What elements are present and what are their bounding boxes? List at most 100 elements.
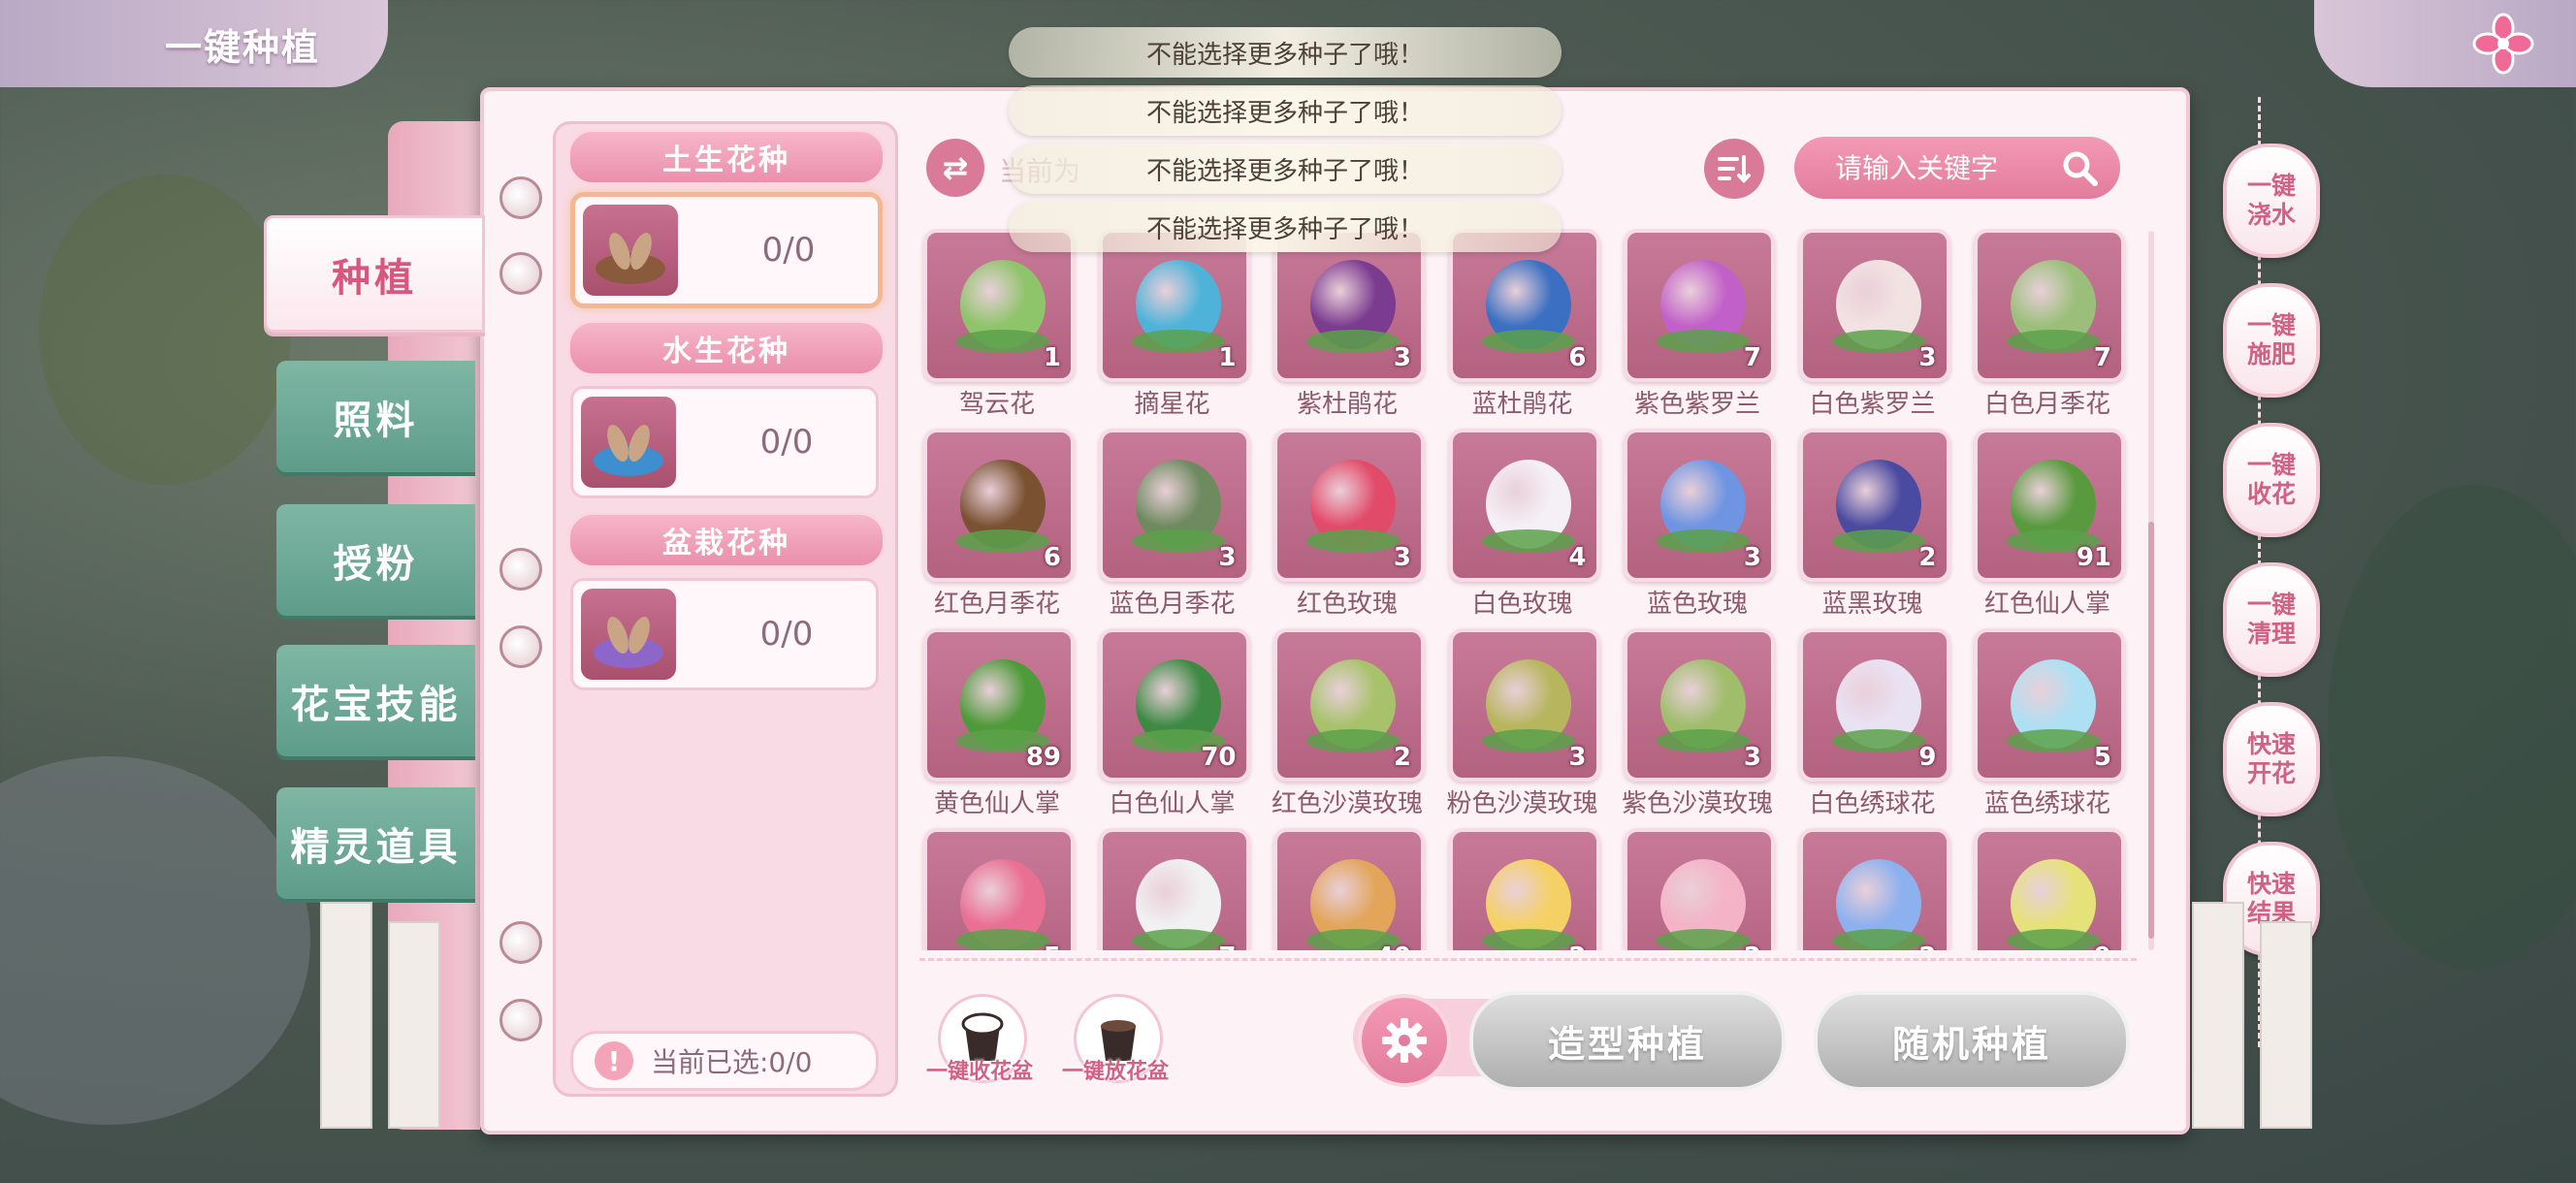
category-count: 0/0	[759, 615, 814, 654]
binder-ring	[499, 252, 542, 295]
search-icon[interactable]	[2060, 148, 2099, 187]
seed-name: 红色沙漠玫瑰	[1271, 789, 1423, 818]
toggle-mode-button[interactable]: ⇄	[926, 139, 984, 197]
seed-card[interactable]: 7	[1095, 828, 1250, 950]
seed-card-box: 2	[1448, 828, 1600, 950]
seed-name: 紫色沙漠玫瑰	[1621, 789, 1773, 818]
seed-card[interactable]: 5	[919, 828, 1075, 950]
seed-card[interactable]: 7 紫色紫罗兰	[1620, 229, 1775, 423]
seed-card[interactable]: 91 红色仙人掌	[1970, 429, 2125, 623]
seed-card[interactable]: 9 白色绣球花	[1795, 628, 1950, 822]
binder-ring	[499, 921, 542, 964]
seed-count: 9	[1918, 743, 1937, 772]
seed-card[interactable]: 40	[1270, 828, 1425, 950]
seed-card-box: 5	[923, 828, 1075, 950]
tab-plant[interactable]: 种植	[264, 215, 485, 333]
seed-card-box: 6	[923, 429, 1075, 582]
quick-bloom-button[interactable]: 快速开花	[2223, 702, 2320, 816]
leaf-icon	[1306, 330, 1400, 353]
seed-name: 红色月季花	[933, 590, 1060, 619]
close-button[interactable]	[2469, 10, 2537, 78]
leaf-icon	[1131, 529, 1225, 553]
seed-card[interactable]: 3 粉色沙漠玫瑰	[1445, 628, 1600, 822]
seed-name: 粉色沙漠玫瑰	[1446, 789, 1598, 818]
seed-card[interactable]: 2	[1795, 828, 1950, 950]
binder-ring	[499, 176, 542, 219]
seed-card[interactable]: 70 白色仙人掌	[1095, 628, 1250, 822]
one-click-harvest-button[interactable]: 一键收花	[2223, 423, 2320, 537]
seed-card[interactable]: 2 蓝黑玫瑰	[1795, 429, 1950, 623]
seed-card[interactable]: 7 白色月季花	[1970, 229, 2125, 423]
seed-count: 89	[1025, 743, 1061, 772]
seed-card[interactable]: 3 红色玫瑰	[1270, 429, 1425, 623]
side-action-label: 一键收花	[2246, 451, 2296, 508]
seed-card-box: 3	[1624, 628, 1775, 782]
seed-count: 2	[1393, 743, 1411, 772]
category-water-seeds[interactable]: 0/0	[570, 386, 879, 498]
search-bar[interactable]	[1794, 137, 2120, 199]
seed-card[interactable]: 89 黄色仙人掌	[919, 628, 1075, 822]
button-label: 造型种植	[1547, 1023, 1707, 1066]
category-count: 0/0	[759, 423, 814, 462]
collect-pots-button[interactable]: 一键收花盆	[926, 994, 1033, 1086]
category-soil-seeds[interactable]: 0/0	[570, 192, 883, 308]
category-header-soil: 土生花种	[567, 129, 886, 185]
binder-ring	[499, 999, 542, 1041]
selected-status: ! 当前已选:0/0	[570, 1031, 879, 1091]
seed-card-box: 7	[1974, 229, 2125, 382]
seed-name: 摘星花	[1134, 390, 1210, 419]
seed-card[interactable]: 3 蓝色月季花	[1095, 429, 1250, 623]
leaf-icon	[1481, 929, 1575, 950]
fence-post	[320, 902, 372, 1129]
settings-button[interactable]	[1358, 994, 1451, 1087]
leaf-icon	[2007, 929, 2100, 950]
search-input[interactable]	[1833, 150, 2050, 185]
seed-name: 紫杜鹃花	[1296, 390, 1398, 419]
seed-card[interactable]: 3 蓝色玫瑰	[1620, 429, 1775, 623]
side-action-label: 一键施肥	[2246, 311, 2296, 368]
tab-care[interactable]: 照料	[276, 361, 475, 472]
seed-card[interactable]: 2	[1445, 828, 1600, 950]
fence-post	[2192, 902, 2244, 1129]
seed-card[interactable]: 6 蓝杜鹃花	[1445, 229, 1600, 423]
seed-card[interactable]: 4 白色玫瑰	[1445, 429, 1600, 623]
random-plant-button[interactable]: 随机种植	[1814, 991, 2130, 1091]
shape-plant-button[interactable]: 造型种植	[1469, 991, 1786, 1091]
grid-scrollbar[interactable]	[2148, 231, 2154, 950]
tab-label: 照料	[333, 398, 419, 443]
tab-label: 种植	[332, 255, 417, 301]
one-click-fertilize-button[interactable]: 一键施肥	[2223, 283, 2320, 398]
tab-fairy-items[interactable]: 精灵道具	[276, 787, 475, 899]
toast-text: 不能选择更多种子了哦！	[1145, 40, 1424, 70]
seed-card[interactable]: 6 红色月季花	[919, 429, 1075, 623]
side-action-label: 一键浇水	[2246, 172, 2296, 229]
one-click-water-button[interactable]: 一键浇水	[2223, 144, 2320, 258]
category-title: 土生花种	[662, 144, 790, 177]
seed-card[interactable]: 3 紫杜鹃花	[1270, 229, 1425, 423]
seed-card-box: 3	[1448, 628, 1600, 782]
seed-card[interactable]: 3 白色紫罗兰	[1795, 229, 1950, 423]
seed-card-box: 70	[1098, 628, 1250, 782]
seed-name: 紫色紫罗兰	[1633, 390, 1760, 419]
tab-pollinate[interactable]: 授粉	[276, 504, 475, 616]
seed-count: 7	[1743, 343, 1761, 372]
scroll-thumb[interactable]	[2148, 522, 2154, 939]
tab-flower-pet-skill[interactable]: 花宝技能	[276, 645, 475, 756]
seed-card[interactable]: 3 紫色沙漠玫瑰	[1620, 628, 1775, 822]
seed-card[interactable]: 2	[1620, 828, 1775, 950]
category-potted-seeds[interactable]: 0/0	[570, 578, 879, 690]
seed-card[interactable]: 1 摘星花	[1095, 229, 1250, 423]
seed-card-box: 2	[1798, 828, 1950, 950]
sort-button[interactable]	[1704, 139, 1764, 199]
seed-card-box: 9	[1974, 828, 2125, 950]
seed-name: 白色玫瑰	[1471, 590, 1573, 619]
seed-card[interactable]: 2 红色沙漠玫瑰	[1270, 628, 1425, 822]
toast-text: 不能选择更多种子了哦！	[1145, 98, 1424, 128]
leaf-icon	[956, 929, 1049, 950]
one-click-clean-button[interactable]: 一键清理	[2223, 562, 2320, 677]
place-pots-button[interactable]: 一键放花盆	[1062, 994, 1169, 1086]
seed-card[interactable]: 5 蓝色绣球花	[1970, 628, 2125, 822]
seed-card[interactable]: 1 驾云花	[919, 229, 1075, 423]
leaf-icon	[1831, 729, 1925, 752]
seed-card[interactable]: 9	[1970, 828, 2125, 950]
